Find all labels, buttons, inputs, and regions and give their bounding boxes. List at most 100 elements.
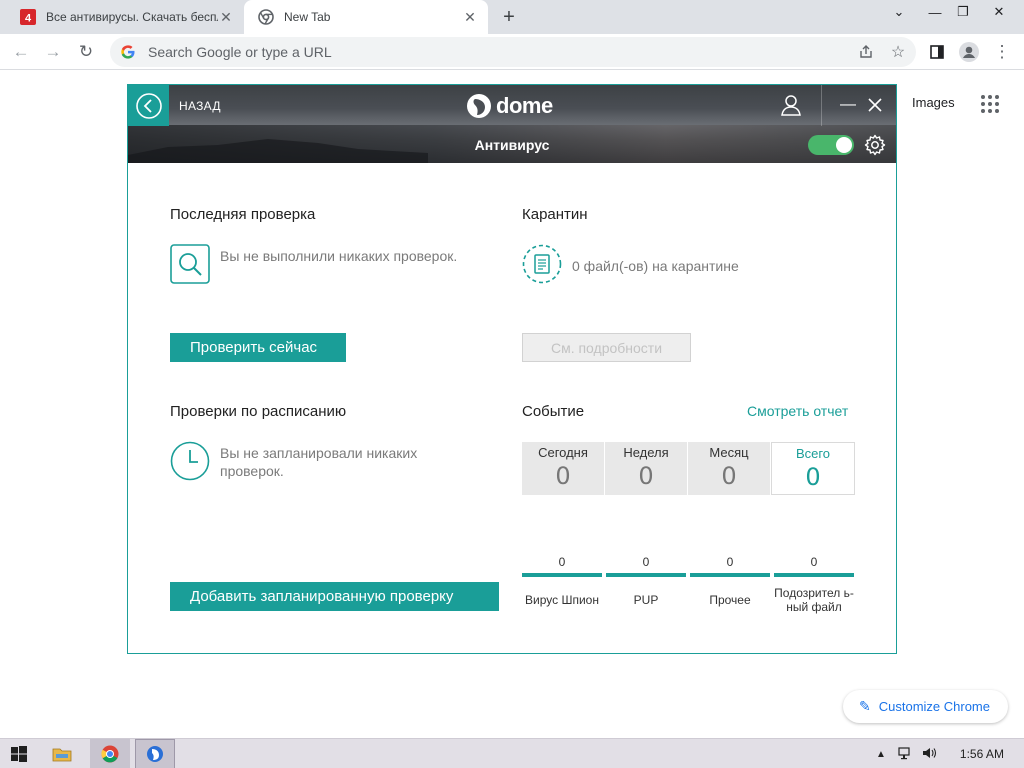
windows-start-icon[interactable]	[6, 739, 32, 768]
category-pup: 0 PUP	[606, 555, 686, 615]
dome-taskbar-icon[interactable]	[135, 739, 175, 768]
back-arrow-icon[interactable]: ←	[10, 41, 32, 63]
category-count: 0	[810, 555, 818, 569]
tab-title: Все антивирусы. Скачать беспл	[46, 10, 218, 24]
app-body: Последняя проверка Вы не выполнили никак…	[128, 163, 896, 653]
settings-gear-icon[interactable]	[863, 133, 887, 157]
bookmark-star-icon[interactable]: ☆	[887, 41, 909, 63]
browser-toolbar: ← → ↻ Search Google or type a URL ☆ ⋮	[0, 34, 1024, 70]
category-count: 0	[642, 555, 650, 569]
scan-now-button[interactable]: Проверить сейчас	[170, 333, 346, 362]
back-button[interactable]	[128, 85, 169, 126]
category-count: 0	[558, 555, 566, 569]
back-chevron-icon	[135, 92, 162, 119]
tab-new-tab[interactable]: New Tab ✕	[244, 0, 488, 34]
pencil-icon: ✎	[859, 698, 871, 714]
category-suspicious: 0 Подозрител ь- ный файл	[774, 555, 854, 615]
event-categories: 0 Вирус Шпион 0 PUP 0 Прочее 0 Подозрите…	[522, 555, 855, 615]
tab-close-icon[interactable]: ✕	[218, 9, 234, 25]
share-icon[interactable]	[855, 41, 877, 63]
restore-window-button[interactable]: ❐	[948, 2, 978, 22]
app-header: НАЗАД dome — Антивирус	[128, 85, 896, 163]
site-favicon-icon: 4	[20, 9, 36, 25]
chrome-taskbar-icon[interactable]	[90, 739, 130, 768]
period-count: 0	[805, 463, 821, 491]
images-link[interactable]: Images	[912, 95, 955, 110]
minimize-window-button[interactable]: —	[920, 2, 950, 22]
chrome-icon	[258, 9, 274, 25]
events-title: Событие	[522, 403, 585, 420]
clock-icon	[170, 441, 210, 481]
new-tab-button[interactable]: +	[498, 6, 520, 28]
quarantine-file-icon	[522, 244, 562, 284]
profile-avatar[interactable]	[958, 41, 980, 63]
customize-chrome-label: Customize Chrome	[878, 699, 990, 714]
panda-logo-icon	[467, 94, 491, 118]
category-bar	[690, 573, 770, 577]
last-scan-message: Вы не выполнили никаких проверок.	[220, 248, 458, 264]
period-count: 0	[721, 462, 737, 490]
period-label: Месяц	[709, 445, 749, 460]
brand-name: dome	[496, 93, 553, 118]
omnibox[interactable]: Search Google or type a URL	[110, 37, 916, 67]
magnifier-icon	[170, 244, 210, 284]
events-period-tabs: Сегодня 0 Неделя 0 Месяц 0 Всего 0	[522, 442, 855, 495]
scheduled-scans-title: Проверки по расписанию	[170, 403, 347, 420]
category-label: Прочее	[709, 593, 751, 607]
tray-expand-icon[interactable]: ▲	[876, 749, 886, 760]
category-count: 0	[726, 555, 734, 569]
section-title: Антивирус	[474, 137, 550, 153]
app-close-icon[interactable]	[866, 95, 884, 115]
file-explorer-icon[interactable]	[48, 739, 76, 768]
svg-text:4: 4	[25, 13, 32, 25]
dome-app-window: НАЗАД dome — Антивирус Последняя проверк…	[127, 84, 897, 654]
tab-total[interactable]: Всего 0	[771, 442, 855, 495]
tab-strip: 4 Все антивирусы. Скачать беспл ✕ New Ta…	[0, 0, 1024, 34]
period-label: Сегодня	[538, 445, 588, 460]
volume-icon[interactable]	[922, 746, 938, 763]
scheduled-scans-message: Вы не запланировали никаких проверок.	[220, 445, 418, 479]
category-bar	[522, 573, 602, 577]
app-minimize-button[interactable]: —	[840, 95, 856, 115]
reload-icon[interactable]: ↻	[75, 41, 97, 63]
quarantine-title: Карантин	[522, 206, 588, 223]
brand-logo: dome	[466, 92, 553, 120]
network-icon[interactable]	[898, 746, 912, 763]
tab-week[interactable]: Неделя 0	[605, 442, 687, 495]
tab-close-icon[interactable]: ✕	[462, 9, 478, 25]
category-label: Подозрител ь- ный файл	[774, 586, 854, 614]
category-bar	[606, 573, 686, 577]
tab-antivirus[interactable]: 4 Все антивирусы. Скачать беспл ✕	[8, 0, 244, 34]
google-icon	[121, 45, 135, 59]
category-spyware: 0 Вирус Шпион	[522, 555, 602, 615]
omnibox-placeholder: Search Google or type a URL	[148, 44, 332, 60]
forward-arrow-icon[interactable]: →	[42, 41, 64, 63]
user-account-icon[interactable]	[780, 94, 802, 116]
tab-title: New Tab	[284, 10, 331, 24]
side-panel-icon[interactable]	[926, 41, 948, 63]
system-tray: ▲ 1:56 AM	[876, 739, 1004, 768]
category-label: PUP	[633, 593, 659, 607]
back-label[interactable]: НАЗАД	[179, 99, 221, 113]
period-label: Всего	[795, 446, 831, 461]
view-report-link[interactable]: Смотреть отчет	[747, 403, 848, 419]
protection-toggle[interactable]	[808, 135, 854, 155]
google-apps-icon[interactable]	[980, 94, 1000, 114]
add-scheduled-scan-button[interactable]: Добавить запланированную проверку	[170, 582, 499, 611]
customize-chrome-button[interactable]: ✎ Customize Chrome	[843, 690, 1008, 723]
tab-month[interactable]: Месяц 0	[688, 442, 770, 495]
clock-time[interactable]: 1:56 AM	[960, 747, 1004, 761]
close-window-button[interactable]: ✕	[984, 2, 1014, 22]
header-divider	[821, 85, 822, 126]
toggle-knob	[836, 137, 852, 153]
view-details-button[interactable]: См. подробности	[522, 333, 691, 362]
category-bar	[774, 573, 854, 577]
last-scan-title: Последняя проверка	[170, 206, 316, 223]
tab-today[interactable]: Сегодня 0	[522, 442, 604, 495]
category-other: 0 Прочее	[690, 555, 770, 615]
period-label: Неделя	[623, 445, 669, 460]
tab-search-icon[interactable]: ⌄	[884, 2, 914, 22]
windows-taskbar: ▲ 1:56 AM	[0, 738, 1024, 768]
period-count: 0	[638, 462, 654, 490]
more-menu-icon[interactable]: ⋮	[991, 41, 1013, 63]
